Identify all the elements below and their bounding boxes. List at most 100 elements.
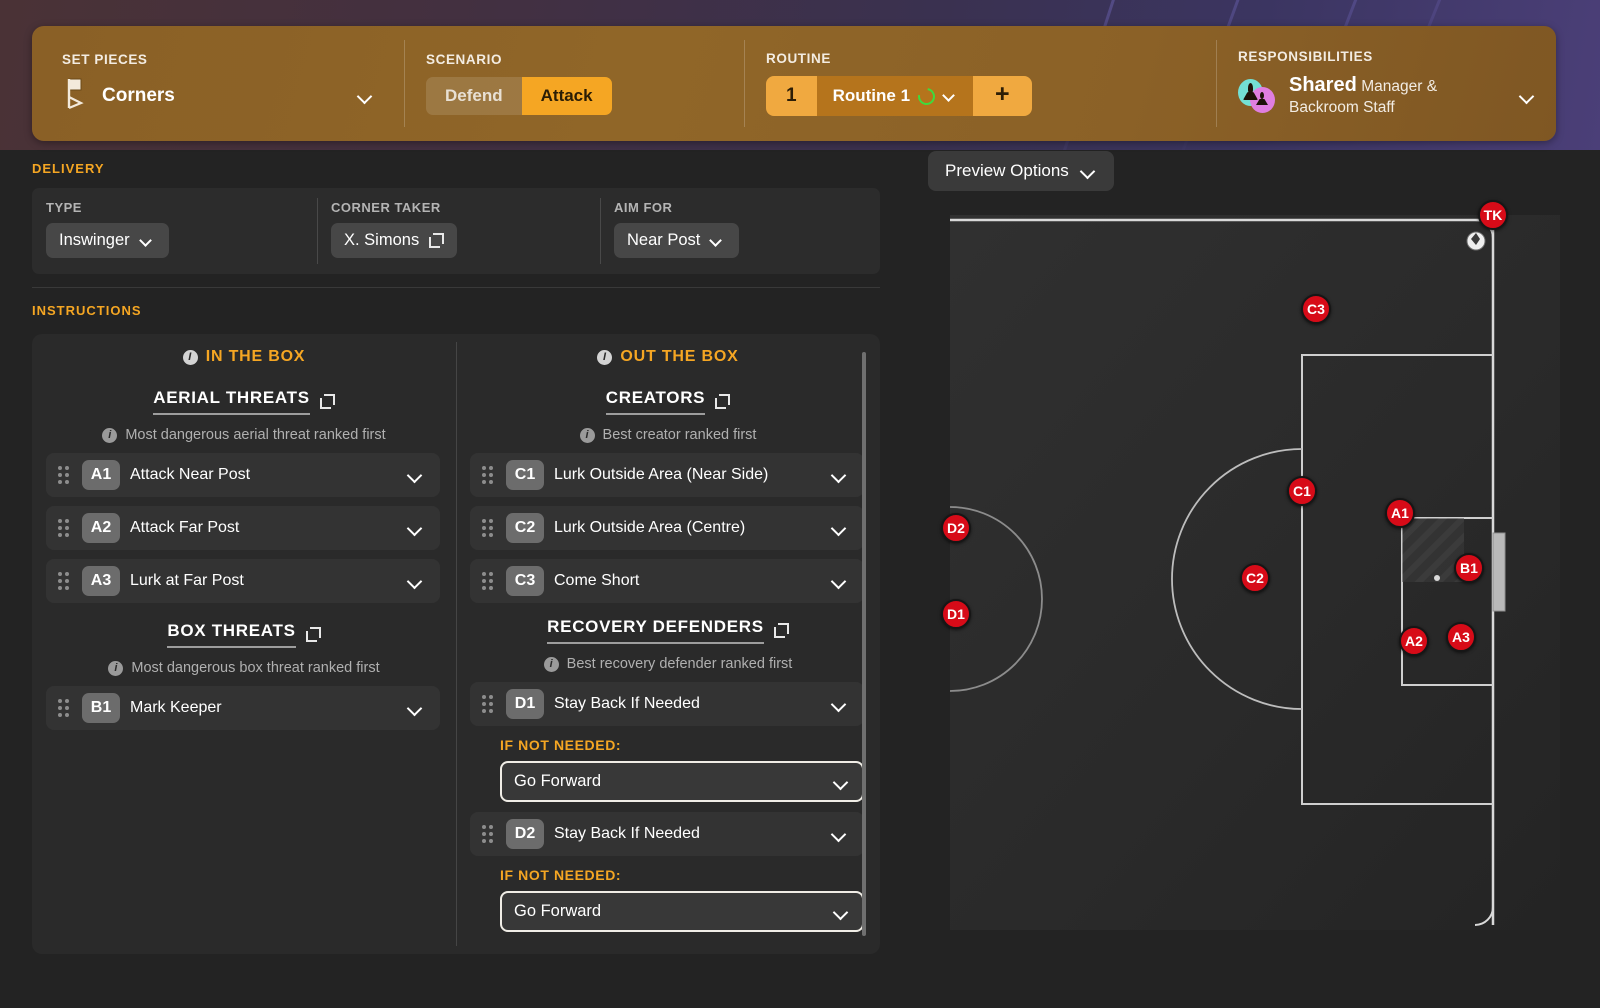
instruction-row[interactable]: C2 Lurk Outside Area (Centre) bbox=[470, 506, 864, 550]
chevron-down-icon[interactable] bbox=[408, 576, 424, 586]
chevron-down-icon[interactable] bbox=[1520, 91, 1534, 101]
instruction-row[interactable]: A2 Attack Far Post bbox=[46, 506, 440, 550]
popout-icon[interactable] bbox=[773, 623, 789, 638]
creators-hint: i Best creator ranked first bbox=[456, 427, 880, 443]
out-the-box-column: i OUT THE BOX CREATORS i Best creator ra… bbox=[456, 334, 880, 954]
drag-handle-icon[interactable] bbox=[480, 825, 494, 843]
chevron-down-icon[interactable] bbox=[832, 470, 848, 480]
chevron-down-icon[interactable] bbox=[832, 523, 848, 533]
popout-icon[interactable] bbox=[715, 394, 731, 409]
player-marker-a1[interactable]: A1 bbox=[1385, 498, 1415, 528]
refresh-icon[interactable] bbox=[914, 84, 939, 108]
instruction-row[interactable]: C3 Come Short bbox=[470, 559, 864, 603]
player-badge: C1 bbox=[506, 460, 544, 490]
instruction-label: Stay Back If Needed bbox=[554, 695, 700, 712]
corner-taker-label: CORNER TAKER bbox=[331, 200, 441, 215]
info-icon[interactable]: i bbox=[543, 656, 559, 672]
routine-label: ROUTINE bbox=[766, 51, 831, 66]
player-marker-b1[interactable]: B1 bbox=[1454, 553, 1484, 583]
drag-handle-icon[interactable] bbox=[480, 466, 494, 484]
drag-handle-icon[interactable] bbox=[56, 466, 70, 484]
pitch-preview[interactable]: TK C3 C1 A1 D2 B1 C2 D1 A2 A3 bbox=[941, 200, 1560, 930]
info-icon[interactable]: i bbox=[182, 349, 198, 365]
chevron-down-icon[interactable] bbox=[408, 470, 424, 480]
popout-icon[interactable] bbox=[319, 394, 335, 409]
info-icon[interactable]: i bbox=[108, 660, 124, 676]
scenario-toggle[interactable]: Defend Attack bbox=[426, 77, 612, 115]
in-the-box-column: i IN THE BOX AERIAL THREATS i Most dange… bbox=[32, 334, 456, 954]
chevron-down-icon[interactable] bbox=[832, 699, 848, 709]
box-threats-hint: i Most dangerous box threat ranked first bbox=[32, 660, 456, 676]
player-marker-c1[interactable]: C1 bbox=[1287, 476, 1317, 506]
drag-handle-icon[interactable] bbox=[56, 572, 70, 590]
player-marker-d2[interactable]: D2 bbox=[941, 513, 971, 543]
instruction-label: Stay Back If Needed bbox=[554, 825, 700, 842]
chevron-down-icon[interactable] bbox=[832, 576, 848, 586]
player-marker-d1[interactable]: D1 bbox=[941, 599, 971, 629]
chevron-down-icon[interactable] bbox=[832, 829, 848, 839]
instruction-row[interactable]: A1 Attack Near Post bbox=[46, 453, 440, 497]
set-pieces-selector[interactable]: SET PIECES Corners bbox=[32, 26, 404, 141]
drag-handle-icon[interactable] bbox=[480, 695, 494, 713]
instruction-row[interactable]: A3 Lurk at Far Post bbox=[46, 559, 440, 603]
player-marker-c3[interactable]: C3 bbox=[1301, 294, 1331, 324]
responsibilities-value: Shared bbox=[1289, 74, 1357, 97]
chevron-down-icon[interactable] bbox=[943, 91, 959, 101]
player-marker-a3[interactable]: A3 bbox=[1446, 622, 1476, 652]
scenario-section: SCENARIO Defend Attack bbox=[404, 26, 744, 141]
out-the-box-header: i OUT THE BOX bbox=[456, 348, 880, 366]
delivery-type-field: TYPE Inswinger bbox=[32, 188, 317, 274]
instructions-scrollbar[interactable] bbox=[862, 352, 866, 936]
chevron-down-icon[interactable] bbox=[408, 523, 424, 533]
routine-number[interactable]: 1 bbox=[766, 76, 817, 116]
chevron-down-icon[interactable] bbox=[358, 91, 374, 101]
popout-icon bbox=[429, 233, 445, 248]
info-icon[interactable]: i bbox=[102, 427, 118, 443]
if-not-needed-dropdown[interactable]: Go Forward bbox=[500, 891, 864, 932]
creators-header: CREATORS bbox=[456, 388, 880, 415]
instruction-row[interactable]: D2 Stay Back If Needed bbox=[470, 812, 864, 856]
drag-handle-icon[interactable] bbox=[56, 519, 70, 537]
instruction-row[interactable]: C1 Lurk Outside Area (Near Side) bbox=[470, 453, 864, 497]
drag-handle-icon[interactable] bbox=[56, 699, 70, 717]
instruction-label: Lurk Outside Area (Centre) bbox=[554, 519, 746, 536]
add-routine-button[interactable]: + bbox=[973, 76, 1032, 116]
instruction-label: Mark Keeper bbox=[130, 699, 222, 716]
aerial-threats-header: AERIAL THREATS bbox=[32, 388, 456, 415]
player-badge: B1 bbox=[82, 693, 120, 723]
set-pieces-label: SET PIECES bbox=[62, 51, 148, 67]
corner-taker-value: X. Simons bbox=[344, 231, 420, 249]
routine-dropdown[interactable]: Routine 1 bbox=[816, 76, 974, 116]
player-marker-c2[interactable]: C2 bbox=[1240, 563, 1270, 593]
info-icon[interactable]: i bbox=[597, 349, 613, 365]
delivery-panel: TYPE Inswinger CORNER TAKER X. Simons AI… bbox=[32, 188, 880, 274]
scenario-option-attack[interactable]: Attack bbox=[521, 77, 612, 115]
responsibilities-section[interactable]: RESPONSIBILITIES Shared Manager & Backro… bbox=[1216, 26, 1556, 141]
aim-for-dropdown[interactable]: Near Post bbox=[614, 223, 740, 258]
scenario-label: SCENARIO bbox=[426, 52, 503, 67]
set-pieces-value: Corners bbox=[102, 85, 175, 106]
drag-handle-icon[interactable] bbox=[480, 572, 494, 590]
corner-taker-button[interactable]: X. Simons bbox=[331, 223, 458, 258]
instruction-row[interactable]: B1 Mark Keeper bbox=[46, 686, 440, 730]
instruction-label: Lurk at Far Post bbox=[130, 572, 244, 589]
player-marker-a2[interactable]: A2 bbox=[1399, 626, 1429, 656]
delivery-type-dropdown[interactable]: Inswinger bbox=[46, 223, 169, 258]
player-badge: A1 bbox=[82, 460, 120, 490]
drag-handle-icon[interactable] bbox=[480, 519, 494, 537]
player-badge: A2 bbox=[82, 513, 120, 543]
instruction-row[interactable]: D1 Stay Back If Needed bbox=[470, 682, 864, 726]
popout-icon[interactable] bbox=[305, 627, 321, 642]
info-icon[interactable]: i bbox=[579, 427, 595, 443]
if-not-needed-dropdown[interactable]: Go Forward bbox=[500, 761, 864, 802]
creators-hint-text: Best creator ranked first bbox=[602, 427, 757, 443]
preview-options-button[interactable]: Preview Options bbox=[928, 151, 1114, 191]
scenario-option-defend[interactable]: Defend bbox=[426, 77, 522, 115]
chevron-down-icon[interactable] bbox=[408, 703, 424, 713]
instructions-section-title: INSTRUCTIONS bbox=[32, 303, 142, 318]
box-threats-title: BOX THREATS bbox=[167, 621, 296, 648]
player-badge: C2 bbox=[506, 513, 544, 543]
player-badge: C3 bbox=[506, 566, 544, 596]
out-the-box-title: OUT THE BOX bbox=[620, 348, 739, 365]
player-marker-tk[interactable]: TK bbox=[1478, 200, 1508, 230]
